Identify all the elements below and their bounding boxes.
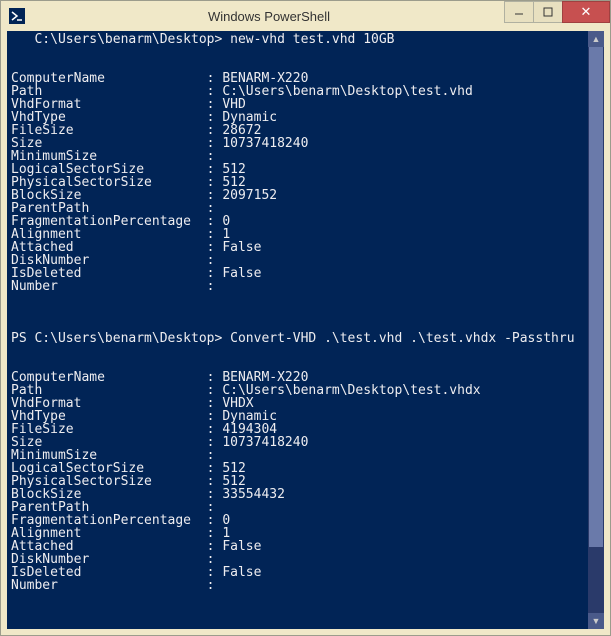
powershell-window: Windows PowerShell ✕ C:\Users\benarm\Des… xyxy=(0,0,611,636)
maximize-button[interactable] xyxy=(533,1,563,23)
console-output[interactable]: C:\Users\benarm\Desktop> new-vhd test.vh… xyxy=(7,31,604,629)
window-controls: ✕ xyxy=(505,1,610,31)
scrollbar-track[interactable] xyxy=(588,547,604,613)
close-icon: ✕ xyxy=(581,4,592,20)
scroll-down-arrow-icon[interactable]: ▼ xyxy=(588,613,604,629)
scrollbar-thumb[interactable] xyxy=(589,47,603,547)
scroll-up-arrow-icon[interactable]: ▲ xyxy=(588,31,604,47)
console-area: C:\Users\benarm\Desktop> new-vhd test.vh… xyxy=(7,31,604,629)
window-title: Windows PowerShell xyxy=(33,9,505,24)
minimize-button[interactable] xyxy=(504,1,534,23)
powershell-icon xyxy=(9,8,25,24)
titlebar[interactable]: Windows PowerShell ✕ xyxy=(1,1,610,31)
vertical-scrollbar[interactable]: ▲ ▼ xyxy=(588,31,604,629)
close-button[interactable]: ✕ xyxy=(562,1,610,23)
